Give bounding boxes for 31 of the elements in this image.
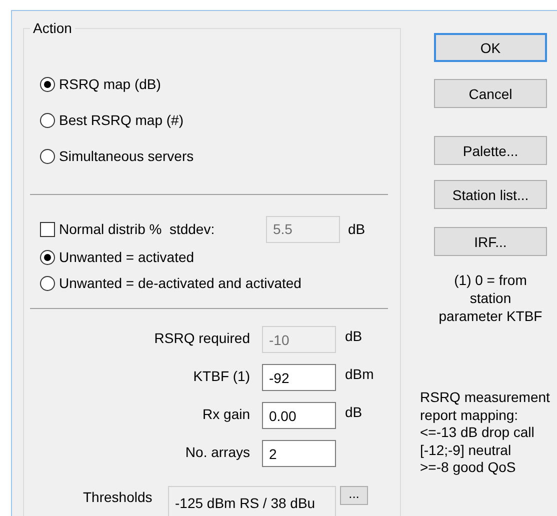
option-label[interactable]: Simultaneous servers <box>59 148 194 164</box>
dialog-button[interactable]: IRF... <box>434 227 547 256</box>
dialog-button[interactable]: Palette... <box>434 136 547 165</box>
field-label: Thresholds <box>83 489 154 505</box>
option-label[interactable]: Best RSRQ map (#) <box>59 112 184 128</box>
option-label[interactable]: Unwanted = de-activated and activated <box>59 275 302 291</box>
field-label: KTBF (1) <box>192 368 250 384</box>
unit-label: dB <box>348 221 366 237</box>
input-field[interactable]: -92 <box>262 364 336 391</box>
unit-label: dBm <box>345 366 375 382</box>
field-label: RSRQ required <box>153 330 250 346</box>
radio-button[interactable] <box>40 250 55 264</box>
dialog-button[interactable]: Station list... <box>434 180 547 209</box>
dialog-button[interactable]: Cancel <box>434 79 547 108</box>
browse-button[interactable]: ... <box>340 486 368 505</box>
input-field[interactable]: 0.00 <box>262 402 336 429</box>
field-label: Rx gain <box>202 406 250 422</box>
radio-button[interactable] <box>40 112 55 128</box>
option-label[interactable]: Unwanted = activated <box>59 249 194 265</box>
footnote-text: (1) 0 = from station parameter KTBF <box>438 271 544 325</box>
unit-label: dB <box>345 328 364 344</box>
radio-button[interactable] <box>40 276 55 290</box>
thresholds-field: -125 dBm RS / 38 dBu <box>168 486 336 516</box>
radio-button[interactable] <box>40 76 55 92</box>
option-label[interactable]: RSRQ map (dB) <box>59 76 161 92</box>
radio-button[interactable] <box>40 148 55 164</box>
unit-label: dB <box>345 404 364 420</box>
dialog-button[interactable]: OK <box>434 33 547 62</box>
input-field[interactable]: 2 <box>262 440 336 467</box>
group-title: Action <box>30 20 75 36</box>
field-label: No. arrays <box>184 444 250 460</box>
